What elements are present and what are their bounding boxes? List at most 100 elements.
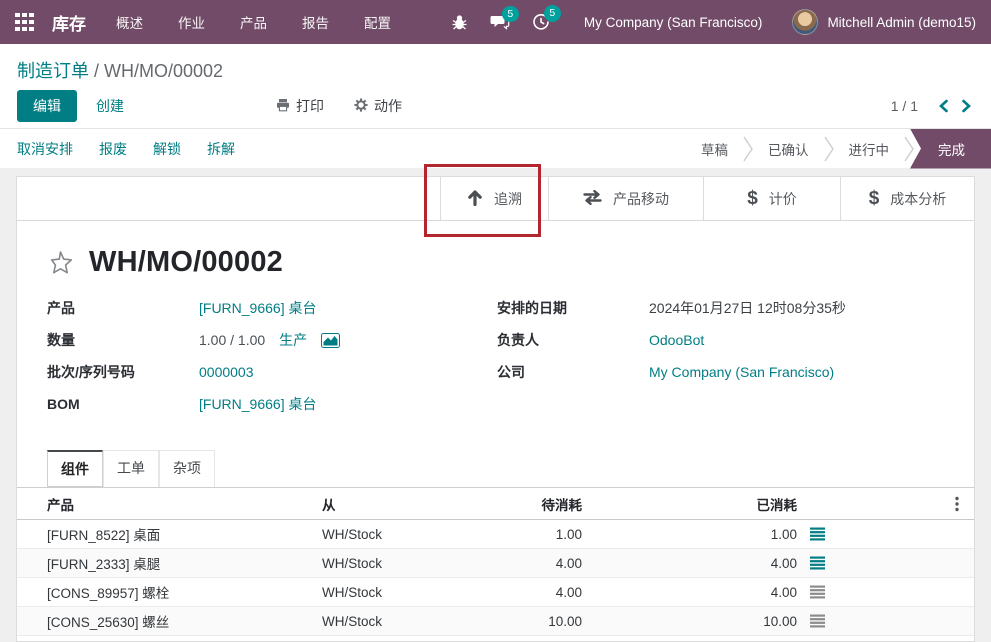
cell-to-consume: 1.00 bbox=[482, 527, 582, 542]
notebook: 组件 工单 杂项 产品 从 待消耗 已消耗 [FURN_8522] 桌面 bbox=[17, 450, 974, 636]
header-consumed: 已消耗 bbox=[582, 494, 797, 514]
table-row[interactable]: [FURN_8522] 桌面 WH/Stock 1.00 1.00 bbox=[17, 520, 974, 549]
print-label: 打印 bbox=[296, 96, 324, 116]
optional-columns-dots-icon[interactable] bbox=[955, 496, 959, 512]
tab-components[interactable]: 组件 bbox=[47, 450, 103, 487]
record-action-menus: 打印 动作 bbox=[276, 96, 402, 116]
components-table-header: 产品 从 待消耗 已消耗 bbox=[17, 488, 974, 520]
lot-serial-link[interactable]: 0000003 bbox=[199, 364, 254, 380]
action-label: 动作 bbox=[374, 96, 402, 116]
produce-link[interactable]: 生产 bbox=[279, 330, 307, 350]
menu-overview[interactable]: 概述 bbox=[116, 12, 143, 32]
responsible-link[interactable]: OdooBot bbox=[649, 332, 704, 348]
user-avatar bbox=[792, 9, 818, 35]
user-menu[interactable]: Mitchell Admin (demo15) bbox=[792, 9, 976, 35]
field-group-right: 安排的日期 2024年01月27日 12时08分35秒 负责人 OdooBot … bbox=[497, 298, 944, 426]
header-from: 从 bbox=[322, 494, 482, 514]
create-button[interactable]: 创建 bbox=[96, 96, 124, 116]
control-panel-buttons: 编辑 创建 打印 动作 1 / 1 bbox=[0, 84, 991, 128]
table-row[interactable]: [CONS_25630] 螺丝 WH/Stock 10.00 10.00 bbox=[17, 607, 974, 636]
product-moves-button[interactable]: 产品移动 bbox=[548, 177, 703, 220]
app-name[interactable]: 库存 bbox=[52, 10, 86, 35]
valuation-button[interactable]: $ 计价 bbox=[703, 177, 840, 220]
cell-consumed: 1.00 bbox=[582, 527, 797, 542]
cell-product: [CONS_89957] 螺栓 bbox=[17, 582, 322, 602]
messages-icon[interactable]: 5 bbox=[490, 14, 510, 31]
statusbar-row: 取消安排 报废 解锁 拆解 草稿 已确认 进行中 完成 bbox=[0, 128, 991, 168]
menu-products[interactable]: 产品 bbox=[240, 12, 267, 32]
move-lines-list-icon[interactable] bbox=[810, 614, 826, 628]
favorite-star-icon[interactable] bbox=[47, 250, 74, 276]
exchange-arrows-icon bbox=[583, 190, 602, 208]
statusbar-action-buttons: 取消安排 报废 解锁 拆解 bbox=[17, 139, 235, 159]
apps-menu-icon[interactable] bbox=[15, 13, 34, 32]
edit-button[interactable]: 编辑 bbox=[17, 90, 77, 122]
field-groups: 产品 [FURN_9666] 桌台 数量 1.00 / 1.00 生产 批次/序… bbox=[17, 292, 974, 426]
state-draft[interactable]: 草稿 bbox=[686, 139, 743, 159]
cost-analysis-button[interactable]: $ 成本分析 bbox=[840, 177, 974, 220]
quantity-value: 1.00 / 1.00 bbox=[199, 332, 265, 348]
traceability-button[interactable]: 追溯 bbox=[440, 177, 548, 220]
bom-link[interactable]: [FURN_9666] 桌台 bbox=[199, 394, 316, 414]
smart-button-box: 追溯 产品移动 $ 计价 $ 成本分析 bbox=[17, 177, 974, 221]
breadcrumb-parent[interactable]: 制造订单 bbox=[17, 61, 89, 81]
activities-count-badge: 5 bbox=[544, 5, 561, 22]
chevron-separator-icon bbox=[904, 136, 914, 162]
cell-to-consume: 10.00 bbox=[482, 614, 582, 629]
scrap-button[interactable]: 报废 bbox=[99, 139, 127, 159]
unlock-button[interactable]: 解锁 bbox=[153, 139, 181, 159]
content-area: 追溯 产品移动 $ 计价 $ 成本分析 WH/MO/00002 bbox=[0, 168, 991, 642]
action-menu[interactable]: 动作 bbox=[354, 96, 402, 116]
forecast-chart-icon[interactable] bbox=[321, 333, 340, 348]
notebook-tabs: 组件 工单 杂项 bbox=[17, 450, 974, 487]
company-switcher[interactable]: My Company (San Francisco) bbox=[584, 15, 763, 30]
traceability-label: 追溯 bbox=[494, 189, 522, 209]
title-row: WH/MO/00002 bbox=[17, 221, 974, 292]
move-lines-list-icon[interactable] bbox=[810, 556, 826, 570]
tab-work-orders[interactable]: 工单 bbox=[103, 450, 159, 487]
scheduled-date-value: 2024年01月27日 12时08分35秒 bbox=[649, 298, 846, 318]
breadcrumb-current: WH/MO/00002 bbox=[104, 61, 223, 81]
tab-miscellaneous[interactable]: 杂项 bbox=[159, 450, 215, 487]
menu-operations[interactable]: 作业 bbox=[178, 12, 205, 32]
cell-from: WH/Stock bbox=[322, 614, 482, 629]
state-confirmed[interactable]: 已确认 bbox=[753, 139, 824, 159]
table-row[interactable]: [CONS_89957] 螺栓 WH/Stock 4.00 4.00 bbox=[17, 578, 974, 607]
cell-consumed: 10.00 bbox=[582, 614, 797, 629]
printer-icon bbox=[276, 98, 290, 115]
field-label: 批次/序列号码 bbox=[47, 362, 199, 382]
cost-analysis-label: 成本分析 bbox=[890, 189, 946, 209]
product-moves-label: 产品移动 bbox=[613, 189, 669, 209]
field-product: 产品 [FURN_9666] 桌台 bbox=[47, 298, 497, 318]
state-done-active[interactable]: 完成 bbox=[910, 129, 991, 169]
cell-product: [CONS_25630] 螺丝 bbox=[17, 611, 322, 631]
menu-configuration[interactable]: 配置 bbox=[364, 12, 391, 32]
dollar-icon: $ bbox=[747, 188, 758, 210]
control-panel: 制造订单 / WH/MO/00002 编辑 创建 打印 动作 1 / 1 取消安… bbox=[0, 44, 991, 168]
cell-from: WH/Stock bbox=[322, 556, 482, 571]
cell-product: [FURN_8522] 桌面 bbox=[17, 524, 322, 544]
breadcrumb-separator: / bbox=[89, 61, 104, 81]
table-row[interactable]: [FURN_2333] 桌腿 WH/Stock 4.00 4.00 bbox=[17, 549, 974, 578]
menu-reporting[interactable]: 报告 bbox=[302, 12, 329, 32]
messages-count-badge: 5 bbox=[502, 6, 519, 23]
state-in-progress[interactable]: 进行中 bbox=[834, 139, 905, 159]
user-name: Mitchell Admin (demo15) bbox=[827, 15, 976, 30]
company-link[interactable]: My Company (San Francisco) bbox=[649, 364, 834, 380]
move-lines-list-icon[interactable] bbox=[810, 527, 826, 541]
cell-consumed: 4.00 bbox=[582, 585, 797, 600]
move-lines-list-icon[interactable] bbox=[810, 585, 826, 599]
pager-next-button[interactable] bbox=[959, 97, 974, 115]
print-menu[interactable]: 打印 bbox=[276, 96, 324, 116]
field-quantity: 数量 1.00 / 1.00 生产 bbox=[47, 330, 497, 350]
components-table: 产品 从 待消耗 已消耗 [FURN_8522] 桌面 WH/Stock 1.0… bbox=[17, 487, 974, 636]
debug-bug-icon[interactable] bbox=[451, 14, 468, 31]
activities-clock-icon[interactable]: 5 bbox=[532, 13, 550, 31]
field-group-left: 产品 [FURN_9666] 桌台 数量 1.00 / 1.00 生产 批次/序… bbox=[47, 298, 497, 426]
unbuild-button[interactable]: 拆解 bbox=[207, 139, 235, 159]
product-link[interactable]: [FURN_9666] 桌台 bbox=[199, 298, 316, 318]
top-navbar: 库存 概述 作业 产品 报告 配置 5 5 My Company (San Fr… bbox=[0, 0, 991, 44]
pager-previous-button[interactable] bbox=[936, 97, 951, 115]
unplan-button[interactable]: 取消安排 bbox=[17, 139, 73, 159]
field-label: BOM bbox=[47, 396, 199, 412]
